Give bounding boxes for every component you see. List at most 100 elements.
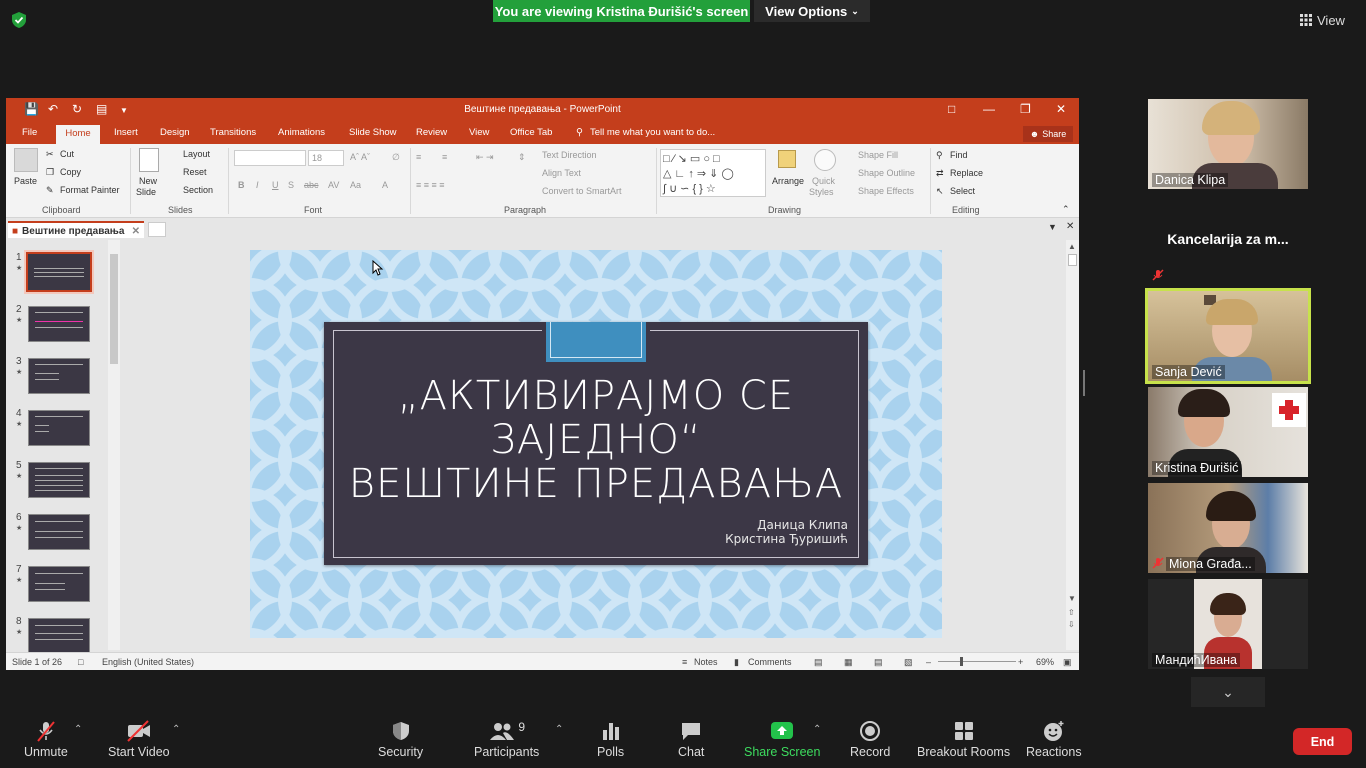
strikethrough-icon[interactable]: abc — [304, 180, 319, 190]
shape-outline-button[interactable]: Shape Outline — [858, 168, 915, 178]
close-tab-icon[interactable]: ✕ — [132, 226, 140, 237]
tab-transitions[interactable]: Transitions — [210, 127, 256, 138]
paste-icon[interactable] — [14, 148, 38, 172]
tab-view[interactable]: View — [469, 127, 489, 138]
change-case-icon[interactable]: Aa — [350, 180, 361, 190]
thumbnails-scrollbar[interactable] — [108, 240, 120, 650]
slideshow-view-icon[interactable]: ▧ — [904, 657, 913, 668]
security-button[interactable]: Security — [378, 720, 423, 759]
bullets-icon[interactable]: ≡ — [416, 152, 421, 162]
slide-thumbnail-8[interactable] — [28, 618, 90, 654]
slide-scrollbar[interactable]: ▲ ▼ ⇧ ⇩ — [1066, 240, 1079, 650]
slide-thumbnail-7[interactable] — [28, 566, 90, 602]
slide-thumbnail-4[interactable] — [28, 410, 90, 446]
more-participants-chevron-down-icon[interactable]: ⌄ — [1191, 677, 1265, 707]
tab-insert[interactable]: Insert — [114, 127, 138, 138]
format-painter-button[interactable]: Format Painter — [60, 185, 120, 195]
chat-button[interactable]: Chat — [678, 720, 704, 759]
share-screen-button[interactable]: Share Screen — [744, 720, 820, 759]
start-video-button[interactable]: Start Video — [108, 720, 170, 759]
shape-fill-button[interactable]: Shape Fill — [858, 150, 898, 160]
share-button[interactable]: ☻ Share — [1023, 126, 1073, 142]
reactions-button[interactable]: Reactions — [1026, 720, 1082, 759]
tab-animations[interactable]: Animations — [278, 127, 325, 138]
new-slide-label-2[interactable]: Slide — [136, 187, 156, 197]
slide-thumbnail-3[interactable] — [28, 358, 90, 394]
notes-button[interactable]: Notes — [694, 657, 718, 667]
text-direction-button[interactable]: Text Direction — [542, 150, 597, 160]
view-layout-button[interactable]: View — [1300, 9, 1358, 31]
participant-tile-kristina[interactable]: Kristina Đurišić — [1148, 387, 1308, 477]
close-icon[interactable]: ✕ — [1056, 102, 1066, 116]
video-options-caret-icon[interactable]: ⌃ — [172, 724, 180, 735]
underline-icon[interactable]: U — [272, 180, 279, 190]
unmute-button[interactable]: Unmute — [24, 720, 68, 759]
participants-caret-icon[interactable]: ⌃ — [555, 724, 563, 735]
slide-sorter-icon[interactable]: ▦ — [844, 657, 853, 668]
collapse-ribbon-icon[interactable]: ⌃ — [1062, 204, 1070, 215]
new-slide-label-1[interactable]: New — [139, 176, 157, 186]
cut-button[interactable]: Cut — [60, 149, 74, 159]
arrange-icon[interactable] — [778, 150, 796, 168]
minimize-icon[interactable]: — — [983, 102, 995, 116]
reset-button[interactable]: Reset — [183, 167, 207, 177]
spell-check-icon[interactable]: □ — [78, 657, 83, 667]
zoom-in-icon[interactable]: + — [1018, 657, 1023, 667]
restore-icon[interactable]: ❐ — [1020, 102, 1031, 116]
previous-slide-icon[interactable]: ⇧ — [1068, 608, 1075, 617]
zoom-slider[interactable] — [938, 661, 1016, 662]
tab-design[interactable]: Design — [160, 127, 190, 138]
tab-file[interactable]: File — [22, 127, 37, 138]
next-slide-icon[interactable]: ⇩ — [1068, 620, 1075, 629]
participant-tile-miona[interactable]: Miona Građa... — [1148, 483, 1308, 573]
line-spacing-icon[interactable]: ⇕ — [518, 152, 526, 163]
participant-tile-danica[interactable]: Danica Klipa — [1148, 99, 1308, 189]
comments-button[interactable]: Comments — [748, 657, 792, 667]
shape-effects-button[interactable]: Shape Effects — [858, 186, 914, 196]
font-name-field[interactable] — [234, 150, 306, 166]
tab-home[interactable]: Home — [56, 125, 100, 144]
font-color-icon[interactable]: A — [382, 180, 388, 190]
quick-styles-icon[interactable] — [814, 149, 836, 171]
grow-font-icon[interactable]: Aˆ Aˇ — [350, 152, 370, 162]
quick-styles-label-2[interactable]: Styles — [809, 187, 834, 197]
audio-options-caret-icon[interactable]: ⌃ — [74, 724, 82, 735]
align-text-button[interactable]: Align Text — [542, 168, 581, 178]
fit-slide-icon[interactable]: ▣ — [1063, 657, 1072, 668]
current-slide[interactable]: „АКТИВИРАЈМО СЕ ЗАЈЕДНО“ ВЕШТИНЕ ПРЕДАВА… — [250, 250, 942, 638]
polls-button[interactable]: Polls — [597, 720, 624, 759]
paste-button[interactable]: Paste — [14, 176, 37, 186]
normal-view-icon[interactable]: ▤ — [814, 657, 823, 668]
find-button[interactable]: Find — [950, 150, 968, 160]
participant-tile-sanja-active-speaker[interactable]: Sanja Dević — [1145, 288, 1311, 384]
record-button[interactable]: Record — [850, 720, 890, 759]
ribbon-display-icon[interactable]: □ — [948, 102, 955, 116]
section-button[interactable]: Section — [183, 185, 213, 195]
convert-smartart-button[interactable]: Convert to SmartArt — [542, 186, 622, 196]
zoom-slider-thumb[interactable] — [960, 657, 963, 666]
align-buttons-icon[interactable]: ≡ ≡ ≡ ≡ — [416, 180, 445, 190]
replace-button[interactable]: Replace — [950, 168, 983, 178]
view-options-button[interactable]: View Options ⌄ — [754, 0, 870, 22]
quick-styles-label-1[interactable]: Quick — [812, 176, 835, 186]
tell-me-search[interactable]: Tell me what you want to do... — [590, 127, 715, 138]
font-size-field[interactable]: 18 — [308, 150, 344, 166]
breakout-rooms-button[interactable]: Breakout Rooms — [917, 720, 1010, 759]
shadow-icon[interactable]: S — [288, 180, 294, 190]
italic-icon[interactable]: I — [256, 180, 259, 190]
slide-thumbnail-1[interactable] — [24, 250, 94, 294]
zoom-level[interactable]: 69% — [1036, 657, 1054, 667]
participants-button[interactable]: 9 Participants — [474, 720, 539, 759]
select-button[interactable]: Select — [950, 186, 975, 196]
panel-resize-handle[interactable] — [1083, 370, 1085, 396]
participant-tile-kancelarija[interactable]: Kancelarija za m... — [1148, 195, 1308, 285]
tab-dropdown-icon[interactable]: ▼ — [1048, 222, 1057, 232]
zoom-out-icon[interactable]: – — [926, 657, 931, 667]
tab-review[interactable]: Review — [416, 127, 447, 138]
tab-slide-show[interactable]: Slide Show — [349, 127, 397, 138]
clear-format-icon[interactable]: ∅ — [392, 152, 400, 163]
tab-office-tab[interactable]: Office Tab — [510, 127, 552, 138]
share-options-caret-icon[interactable]: ⌃ — [813, 724, 821, 735]
new-tab-button[interactable] — [148, 222, 166, 237]
language-indicator[interactable]: English (United States) — [102, 657, 194, 667]
